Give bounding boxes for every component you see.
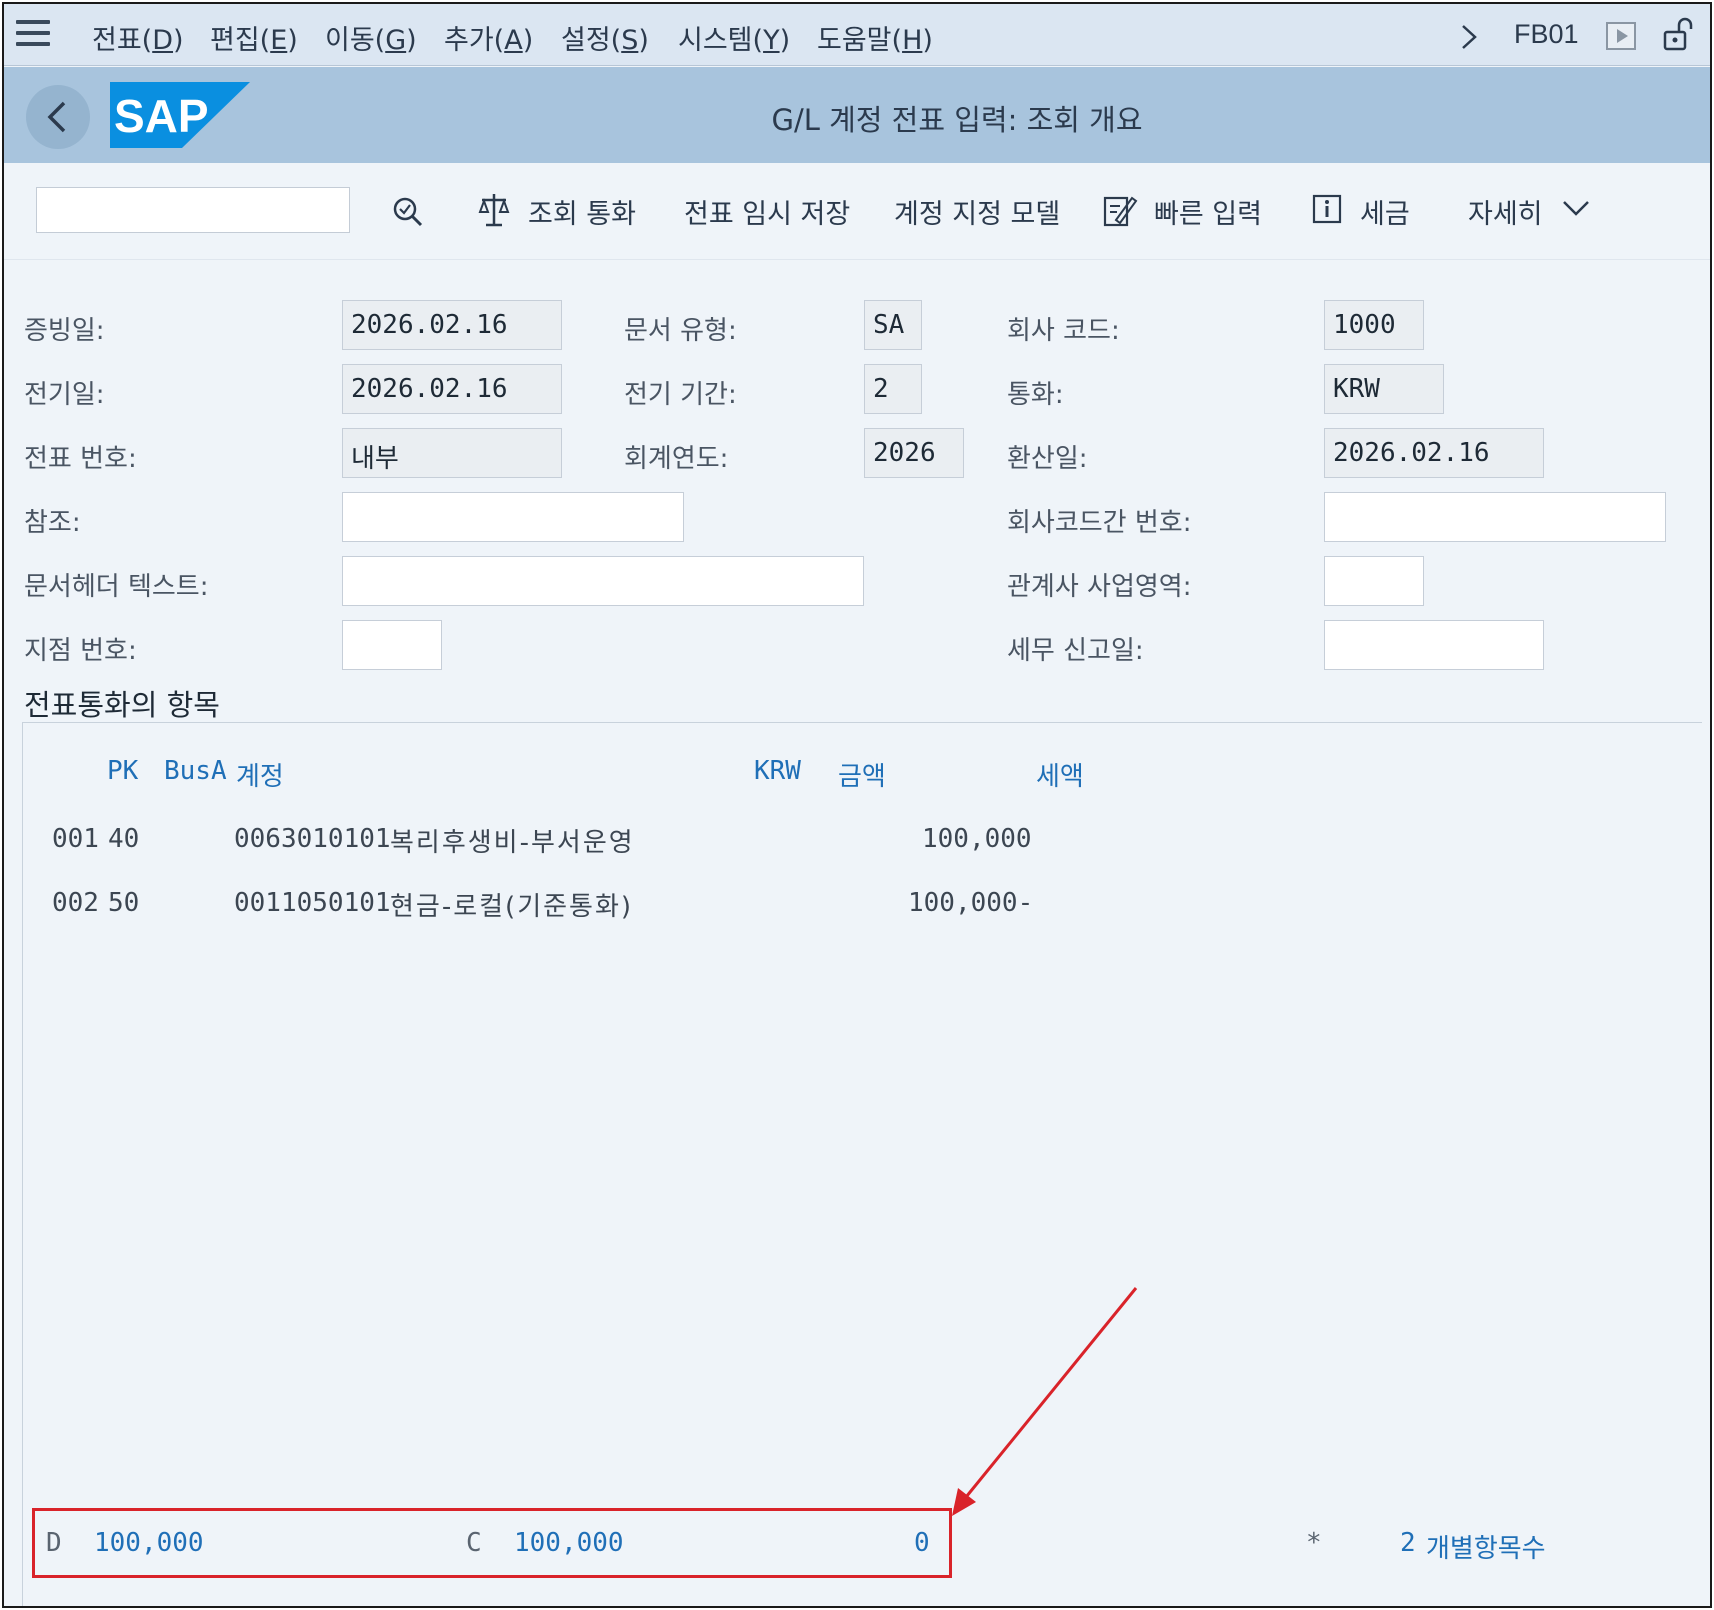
currency-field[interactable]: KRW <box>1324 364 1444 414</box>
posting-date-label: 전기일: <box>24 380 105 410</box>
menu-settings[interactable]: 설정(S) <box>561 18 649 57</box>
cross-company-number-input[interactable] <box>1324 492 1666 542</box>
account-assignment-model-button[interactable]: 계정 지정 모델 <box>894 192 1060 231</box>
reference-label: 참조: <box>24 508 81 538</box>
header-text-label: 문서헤더 텍스트: <box>24 572 209 602</box>
sap-window: 전표(D) 편집(E) 이동(G) 추가(A) 설정(S) 시스템(Y) 도움말… <box>2 2 1712 1608</box>
amount: 100,000- <box>908 888 1034 918</box>
account-description: 복리후생비-부서운영 <box>390 828 635 858</box>
menu-system[interactable]: 시스템(Y) <box>678 18 790 57</box>
tax-report-date-label: 세무 신고일: <box>1007 636 1144 666</box>
company-code-label: 회사 코드: <box>1007 316 1120 346</box>
column-header-busa: BusA <box>164 756 227 786</box>
credit-total: 100,000 <box>514 1528 624 1558</box>
menu-edit[interactable]: 편집(E) <box>210 18 298 57</box>
chevron-down-icon[interactable] <box>1562 200 1590 218</box>
annotation-arrow-icon <box>952 1287 1138 1516</box>
reference-input[interactable] <box>342 492 684 542</box>
translation-date-field[interactable]: 2026.02.16 <box>1324 428 1544 478</box>
title-bar: SAP G/L 계정 전표 입력: 조회 개요 <box>4 67 1710 163</box>
park-document-button[interactable]: 전표 임시 저장 <box>684 192 850 231</box>
document-date-label: 증빙일: <box>24 316 105 346</box>
line-number: 002 <box>52 888 99 918</box>
unlock-icon[interactable] <box>1662 16 1698 52</box>
document-number-label: 전표 번호: <box>24 444 137 474</box>
tax-report-date-input[interactable] <box>1324 620 1544 670</box>
document-type-field[interactable]: SA <box>864 300 922 350</box>
application-toolbar: 조회 통화 전표 임시 저장 계정 지정 모델 빠른 입력 세금 자세히 <box>4 164 1710 260</box>
menu-help[interactable]: 도움말(H) <box>817 18 933 57</box>
fiscal-year-label: 회계연도: <box>624 444 729 474</box>
line-number: 001 <box>52 824 99 854</box>
posting-period-field[interactable]: 2 <box>864 364 922 414</box>
fast-entry-icon <box>1103 196 1138 227</box>
account-number[interactable]: 0063010101 <box>234 824 391 854</box>
balance-total: 0 <box>914 1528 930 1558</box>
branch-number-input[interactable] <box>342 620 442 670</box>
search-check-icon[interactable] <box>392 196 424 228</box>
execute-icon[interactable] <box>1606 22 1636 50</box>
document-type-label: 문서 유형: <box>624 316 737 346</box>
more-button[interactable]: 자세히 <box>1468 192 1543 231</box>
fiscal-year-field[interactable]: 2026 <box>864 428 964 478</box>
account-description: 현금-로컬(기준통화) <box>390 892 634 922</box>
command-field[interactable] <box>36 187 350 233</box>
info-icon <box>1312 194 1342 224</box>
chevron-right-icon[interactable] <box>1460 24 1478 50</box>
trading-partner-input[interactable] <box>1324 556 1424 606</box>
menu-document[interactable]: 전표(D) <box>92 18 184 57</box>
document-number-field[interactable]: 내부 <box>342 428 562 478</box>
column-header-tax: 세액 <box>1036 762 1084 792</box>
item-count: 2 <box>1400 1528 1416 1558</box>
cross-company-number-label: 회사코드간 번호: <box>1007 508 1192 538</box>
currency-label: 통화: <box>1007 380 1064 410</box>
trading-partner-label: 관계사 사업영역: <box>1007 572 1192 602</box>
posting-period-label: 전기 기간: <box>624 380 737 410</box>
branch-number-label: 지점 번호: <box>24 636 137 666</box>
company-code-field[interactable]: 1000 <box>1324 300 1424 350</box>
items-list <box>22 722 1702 1606</box>
fast-entry-button[interactable]: 빠른 입력 <box>1154 192 1262 231</box>
amount: 100,000 <box>922 824 1032 854</box>
items-section-title: 전표통화의 항목 <box>24 688 220 722</box>
debit-label: D <box>46 1528 62 1558</box>
credit-label: C <box>466 1528 482 1558</box>
display-currency-button[interactable]: 조회 통화 <box>528 192 636 231</box>
menu-bar: 전표(D) 편집(E) 이동(G) 추가(A) 설정(S) 시스템(Y) 도움말… <box>4 4 1710 66</box>
balance-scale-icon <box>478 194 510 227</box>
page-title: G/L 계정 전표 입력: 조회 개요 <box>771 103 1143 137</box>
column-header-currency: KRW <box>754 756 801 786</box>
debit-total: 100,000 <box>94 1528 204 1558</box>
hamburger-menu-icon[interactable] <box>16 20 50 48</box>
translation-date-label: 환산일: <box>1007 444 1088 474</box>
posting-key: 40 <box>108 824 140 854</box>
transaction-code: FB01 <box>1514 19 1579 49</box>
taxes-button[interactable]: 세금 <box>1360 192 1410 231</box>
account-number[interactable]: 0011050101 <box>234 888 391 918</box>
column-header-pk: PK <box>107 756 139 786</box>
column-header-account: 계정 <box>236 762 284 792</box>
column-header-amount: 금액 <box>838 762 886 792</box>
header-text-input[interactable] <box>342 556 864 606</box>
star-indicator: * <box>1306 1528 1322 1558</box>
menu-extras[interactable]: 추가(A) <box>444 18 533 57</box>
menu-goto[interactable]: 이동(G) <box>325 18 417 57</box>
posting-key: 50 <box>108 888 140 918</box>
posting-date-field[interactable]: 2026.02.16 <box>342 364 562 414</box>
document-date-field[interactable]: 2026.02.16 <box>342 300 562 350</box>
item-count-label: 개별항목수 <box>1426 1534 1546 1564</box>
